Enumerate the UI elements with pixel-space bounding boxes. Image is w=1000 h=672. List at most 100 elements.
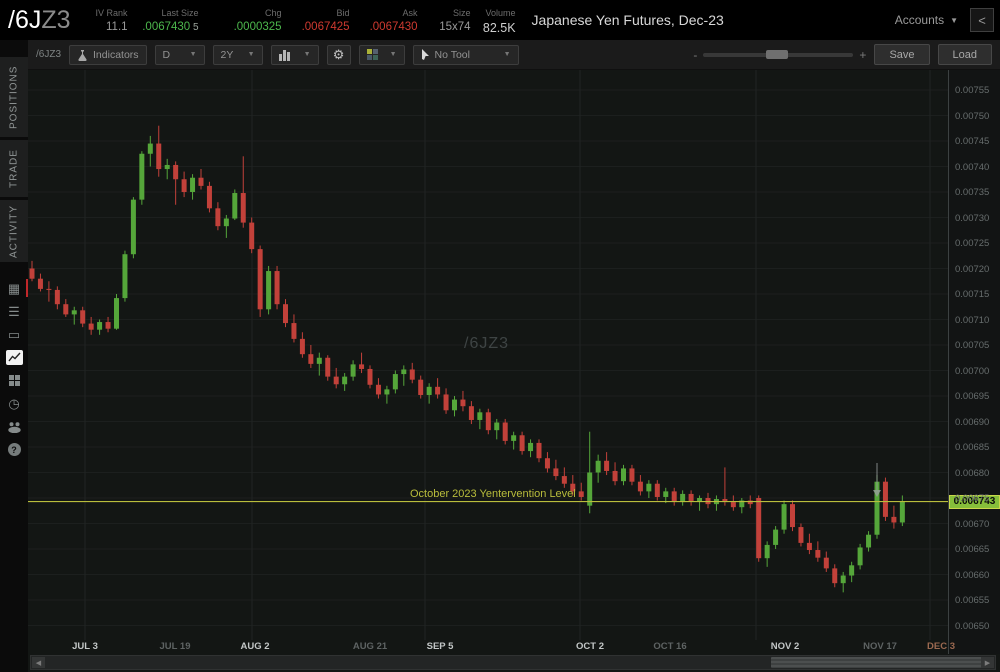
candle-body bbox=[206, 185, 212, 209]
candle-body bbox=[882, 481, 888, 517]
candle-body bbox=[299, 338, 305, 355]
price-axis-label: 0.00660 bbox=[955, 569, 990, 581]
candle-body bbox=[798, 527, 804, 543]
candle-body bbox=[452, 399, 457, 411]
left-sidebar: POSITIONS TRADE ACTIVITY ▦ ☰ ▭ ◷? bbox=[0, 40, 28, 672]
candle-body bbox=[815, 550, 821, 558]
candle-body bbox=[342, 376, 348, 385]
cursor-icon bbox=[421, 49, 429, 60]
sidebar-tab-activity[interactable]: ACTIVITY bbox=[0, 200, 28, 262]
candle-body bbox=[384, 389, 390, 395]
zoom-out-button[interactable]: - bbox=[693, 48, 697, 62]
time-axis-label: NOV 2 bbox=[770, 641, 800, 652]
candle-body bbox=[849, 565, 855, 576]
candle-body bbox=[587, 472, 593, 506]
layout-select[interactable]: ▼ bbox=[358, 44, 405, 65]
candle-body bbox=[637, 481, 643, 492]
price-axis-label: 0.00740 bbox=[955, 161, 990, 173]
candle-body bbox=[629, 468, 635, 482]
candle-body bbox=[477, 412, 483, 420]
candle-body bbox=[80, 310, 86, 324]
chart-settings-button[interactable]: ⚙ bbox=[326, 44, 351, 65]
time-axis-label: AUG 2 bbox=[240, 641, 270, 652]
drawing-tool-select[interactable]: No Tool ▼ bbox=[412, 44, 519, 65]
candle-body bbox=[257, 249, 263, 310]
candle-body bbox=[105, 322, 111, 329]
symbol-root: /6J bbox=[8, 5, 42, 34]
candle-body bbox=[511, 435, 517, 441]
candle-body bbox=[426, 386, 432, 395]
indicators-button[interactable]: Indicators bbox=[69, 44, 147, 65]
price-axis-label: 0.00725 bbox=[955, 238, 990, 249]
chart-type-select[interactable]: ▼ bbox=[270, 44, 319, 65]
scrollbar-thumb[interactable] bbox=[771, 657, 983, 668]
sidebar-tab-positions[interactable]: POSITIONS bbox=[0, 57, 28, 137]
level-line-label[interactable]: October 2023 Yentervention Level bbox=[410, 488, 576, 500]
timeframe-value: D bbox=[162, 48, 171, 61]
candle-body bbox=[223, 218, 229, 227]
candle-body bbox=[544, 458, 550, 469]
quote-stat: Ask .0067430 bbox=[355, 6, 418, 35]
chevron-down-icon: ▼ bbox=[389, 51, 397, 58]
price-axis-label: 0.00675 bbox=[955, 493, 990, 504]
candle-body bbox=[899, 501, 905, 523]
list-icon[interactable]: ☰ bbox=[0, 300, 28, 323]
candlestick-chart-canvas[interactable] bbox=[28, 70, 948, 640]
time-axis-label: DEC 3 bbox=[927, 641, 955, 652]
price-axis[interactable]: 0.006743 0.00755 0.00750 0.00745 0.00740 0.0… bbox=[948, 70, 1000, 654]
candle-body bbox=[359, 364, 365, 369]
time-axis-label: NOV 17 bbox=[863, 641, 897, 652]
stat-value: 82.5K bbox=[482, 20, 516, 35]
zoom-slider-handle[interactable] bbox=[766, 49, 789, 59]
candle-body bbox=[756, 498, 762, 559]
time-axis-label: AUG 21 bbox=[352, 641, 388, 652]
candle-body bbox=[139, 153, 145, 200]
time-axis-label: OCT 16 bbox=[653, 641, 687, 652]
price-axis-label: 0.00735 bbox=[955, 187, 990, 198]
apps-grid-icon[interactable] bbox=[0, 369, 28, 392]
chart-icon[interactable] bbox=[0, 346, 28, 369]
zoom-slider[interactable] bbox=[703, 49, 854, 59]
candle-body bbox=[156, 143, 162, 170]
price-axis-label: 0.00755 bbox=[955, 85, 990, 96]
candle-body bbox=[325, 357, 331, 377]
zoom-in-button[interactable]: + bbox=[859, 48, 866, 62]
chart-scrollbar[interactable]: ◀ ▶ bbox=[30, 655, 996, 670]
save-button[interactable]: Save bbox=[874, 44, 930, 65]
candle-body bbox=[316, 357, 322, 364]
price-axis-label: 0.00670 bbox=[955, 518, 990, 530]
candle-body bbox=[418, 379, 424, 395]
monitor-icon[interactable]: ▭ bbox=[0, 323, 28, 346]
candle-body bbox=[350, 364, 356, 377]
accounts-dropdown[interactable]: Accounts ▼ bbox=[895, 13, 958, 27]
sidebar-tab-trade[interactable]: TRADE bbox=[0, 140, 28, 197]
users-icon[interactable] bbox=[0, 415, 28, 438]
candle-body bbox=[671, 491, 677, 503]
candle-body bbox=[240, 193, 246, 223]
price-axis-label: 0.00700 bbox=[955, 365, 990, 377]
collapse-panel-button[interactable]: < bbox=[970, 8, 994, 32]
candle-body bbox=[392, 374, 398, 390]
scroll-right-arrow[interactable]: ▶ bbox=[981, 657, 994, 668]
candle-body bbox=[773, 529, 779, 545]
chevron-down-icon: ▼ bbox=[247, 51, 255, 58]
candle-body bbox=[283, 304, 288, 324]
candle-body bbox=[536, 442, 542, 459]
clock-icon[interactable]: ◷ bbox=[0, 392, 28, 415]
scroll-left-arrow[interactable]: ◀ bbox=[32, 657, 45, 668]
candle-body bbox=[460, 399, 466, 407]
price-axis-label: 0.00710 bbox=[955, 314, 990, 326]
candle-body bbox=[832, 568, 838, 584]
time-axis[interactable]: JUL 3 JUL 19 AUG 2 AUG 21 SEP 5 OCT 2 OCT 16 NO… bbox=[28, 640, 955, 654]
load-button[interactable]: Load bbox=[937, 44, 992, 65]
help-icon[interactable]: ? bbox=[0, 438, 28, 461]
candle-body bbox=[435, 386, 441, 395]
candle-body bbox=[578, 491, 584, 497]
timeframe-select[interactable]: D ▼ bbox=[154, 44, 205, 65]
range-select[interactable]: 2Y ▼ bbox=[212, 44, 263, 65]
candle-body bbox=[274, 271, 280, 305]
candle-body bbox=[764, 544, 770, 559]
notebook-icon[interactable]: ▦ bbox=[0, 277, 28, 300]
chart-watermark: /6JZ3 bbox=[464, 335, 510, 352]
quote-stats: IV Rank 11.1 Last Size .0067430 5 Chg .000032… bbox=[89, 6, 516, 35]
